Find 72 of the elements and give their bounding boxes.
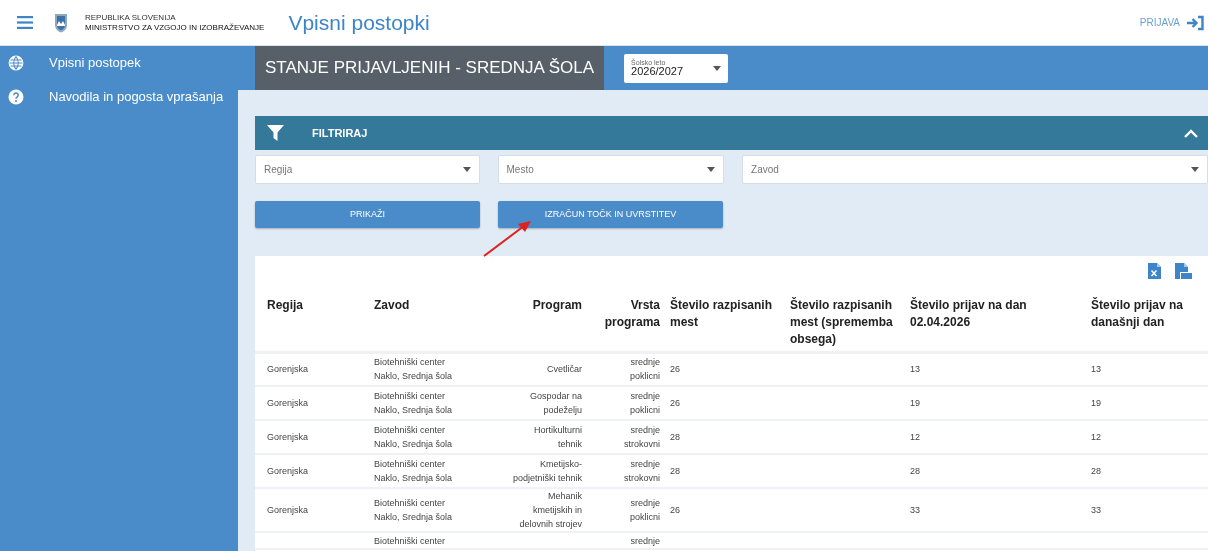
table-cell-text: srednje strokovni	[623, 458, 660, 485]
table-cell-text: srednje poklicni	[629, 390, 660, 417]
column-header: Število prijav na današnji dan	[1091, 298, 1184, 329]
table-cell: 19	[910, 398, 920, 408]
table-cell: 28	[910, 466, 920, 476]
column-header: Število razpisanih mest (sprememba obsega)	[790, 298, 893, 346]
dropdown-field[interactable]: Regija	[255, 155, 480, 184]
table-cell: Gorenjska	[267, 364, 309, 375]
column-header: Število razpisanih mest	[670, 298, 773, 329]
table-cell-text: Biotehniški center Naklo, Srednja šola	[374, 356, 454, 384]
table-cell: 26	[670, 364, 680, 375]
table-cell-text: Biotehniški center	[374, 535, 446, 548]
annotation-arrow	[483, 221, 531, 257]
table-cell-text: Mehanik kmetijskih in delovnih strojev	[518, 490, 582, 531]
caret-icon	[1191, 167, 1199, 172]
coat-of-arms-icon	[54, 12, 68, 33]
help-icon	[8, 89, 24, 105]
dropdown-field[interactable]: Mesto	[497, 155, 725, 184]
sign-in-icon	[1186, 14, 1204, 31]
column-header: Vrsta programa	[604, 298, 660, 329]
caret-icon	[462, 167, 471, 172]
table-cell-text: srednje poklicni	[629, 356, 660, 384]
table-cell-text: srednje poklicni	[629, 497, 660, 524]
column-header: Število prijav na dan 02.04.2026	[910, 298, 1027, 329]
table-cell: 26	[670, 505, 680, 515]
table-cell-text: srednje strokovni	[623, 424, 660, 451]
table-cell: Gorenjska	[267, 398, 309, 408]
menu-icon[interactable]	[17, 16, 33, 29]
column-header: Zavod	[374, 298, 410, 312]
dropdown-field[interactable]: Zavod	[742, 155, 1208, 184]
filter-bar[interactable]: FILTRIRAJ	[255, 116, 1208, 150]
org-name: REPUBLIKA SLOVENIJA	[85, 12, 177, 23]
table-cell: 13	[1091, 364, 1101, 375]
table-cell: 28	[1091, 466, 1101, 476]
table-cell: 33	[910, 505, 920, 515]
table-cell: 12	[910, 432, 920, 442]
column-header: Regija	[267, 298, 303, 312]
table-cell-text: Biotehniški center Naklo, Srednja šola	[374, 458, 454, 485]
table-cell-text: Biotehniški center Naklo, Srednja šola	[374, 390, 454, 417]
sidebar-item[interactable]: Vpisni postopek	[0, 46, 238, 80]
table-cell-text: Kmetijsko-podjetniški tehnik	[511, 458, 582, 485]
ministry-name: MINISTRSTVO ZA VZGOJO IN IZOBRAŽEVANJE	[85, 22, 265, 33]
table-cell: 26	[670, 398, 680, 408]
column-header: Program	[532, 298, 582, 312]
table-cell-text: Hortikulturni tehnik	[533, 424, 582, 451]
excel-file-icon[interactable]	[1148, 263, 1161, 279]
table-cell-text: Gospodar na podeželju	[528, 390, 582, 417]
action-button[interactable]: PRIKAŽI	[255, 201, 480, 228]
action-button[interactable]: IZRAČUN TOČK IN UVRSTITEV	[498, 201, 723, 228]
table-cell-text: srednje	[630, 535, 660, 548]
table-cell-text: Cvetličar	[547, 363, 582, 377]
table-cell: Gorenjska	[267, 466, 309, 476]
table-cell: 19	[1091, 398, 1101, 408]
filter-title: FILTRIRAJ	[312, 125, 368, 141]
globe-icon	[8, 55, 24, 71]
table-cell-text: Biotehniški center Naklo, Srednja šola	[374, 424, 454, 451]
table-cell: 12	[1091, 432, 1101, 442]
filter-icon	[267, 125, 284, 141]
table-cell: 33	[1091, 505, 1101, 515]
caret-icon	[713, 65, 722, 71]
table-cell: Gorenjska	[267, 432, 309, 442]
table-cell: Gorenjska	[267, 505, 309, 515]
table-cell: 28	[670, 466, 680, 476]
table-cell: 13	[910, 364, 920, 375]
table-cell-text: Biotehniški center Naklo, Srednja šola	[374, 497, 454, 524]
page-title: STANJE PRIJAVLJENIH - SREDNJA ŠOLA	[255, 46, 605, 90]
app-title: Vpisni postopki	[288, 9, 430, 36]
pdf-file-icon[interactable]	[1175, 263, 1192, 279]
sidebar-item[interactable]: Navodila in pogosta vprašanja	[0, 80, 238, 114]
login-link[interactable]: PRIJAVA	[1139, 14, 1204, 31]
table-cell: 28	[670, 432, 680, 442]
caret-icon	[707, 167, 716, 172]
